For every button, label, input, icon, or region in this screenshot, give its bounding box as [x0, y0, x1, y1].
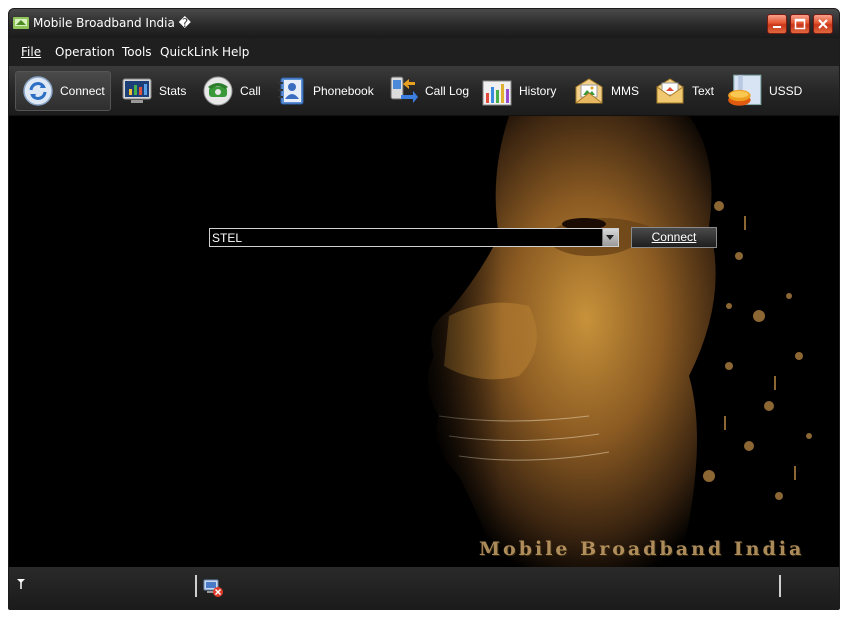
ussd-icon [728, 74, 762, 106]
toolbar-ussd-button[interactable]: USSD [727, 71, 802, 111]
connect-button-label: Connect [651, 230, 697, 244]
signal-icon [17, 579, 25, 589]
status-bar [9, 567, 839, 609]
menu-quicklink[interactable]: QuickLink [160, 45, 219, 59]
chevron-down-icon [606, 235, 614, 240]
profile-select-dropdown-button[interactable] [602, 229, 618, 246]
minimize-icon [773, 26, 781, 28]
toolbar-stats-button[interactable]: Stats [121, 71, 186, 111]
maximize-icon [794, 18, 806, 30]
watermark-text: Mobile Broadband India [479, 538, 805, 560]
disconnected-icon [203, 579, 223, 597]
menu-file-label: File [21, 45, 42, 59]
toolbar-stats-label: Stats [159, 84, 187, 98]
lion-background-image [389, 116, 839, 567]
main-content: STEL Connect Mobile Broadband India [9, 116, 839, 567]
close-icon [818, 19, 828, 29]
menu-tools[interactable]: Tools [122, 45, 152, 59]
connect-button[interactable]: Connect [631, 227, 717, 248]
call-log-icon [390, 76, 418, 103]
app-window: Mobile Broadband India � File Operation … [8, 8, 840, 610]
menu-operation[interactable]: Operation [55, 45, 115, 59]
toolbar-text-button[interactable]: Text [654, 71, 714, 111]
toolbar-text-label: Text [692, 84, 715, 98]
mms-icon [575, 78, 603, 104]
toolbar-phonebook-button[interactable]: Phonebook [275, 71, 374, 111]
menu-bar: File Operation Tools QuickLink Help [9, 38, 839, 67]
toolbar-history-button[interactable]: History [481, 71, 556, 111]
minimize-button[interactable] [767, 14, 787, 34]
app-logo-icon [13, 17, 29, 29]
stats-icon [122, 78, 152, 103]
toolbar-history-label: History [519, 84, 557, 98]
text-icon [656, 78, 684, 104]
window-title: Mobile Broadband India � [33, 16, 191, 30]
call-icon [203, 76, 233, 106]
close-button[interactable] [813, 14, 833, 34]
toolbar-call-label: Call [240, 84, 261, 98]
history-icon [482, 80, 512, 106]
toolbar-ussd-label: USSD [769, 84, 803, 98]
maximize-button[interactable] [790, 14, 810, 34]
toolbar-call-button[interactable]: Call [202, 71, 261, 111]
profile-select[interactable]: STEL [209, 228, 619, 247]
toolbar-connect-label: Connect [60, 84, 105, 98]
connect-icon [23, 76, 53, 106]
toolbar-call-log-button[interactable]: Call Log [387, 71, 469, 111]
toolbar-call-log-label: Call Log [425, 84, 470, 98]
status-separator [195, 575, 197, 597]
menu-file[interactable]: File [21, 45, 41, 59]
toolbar: Connect Stats Call Phonebook Call Log Hi… [9, 67, 839, 116]
status-separator [779, 575, 781, 597]
phonebook-icon [278, 77, 304, 105]
profile-select-value: STEL [212, 231, 243, 245]
menu-help[interactable]: Help [222, 45, 249, 59]
title-bar: Mobile Broadband India � [9, 9, 839, 38]
toolbar-mms-button[interactable]: MMS [573, 71, 639, 111]
toolbar-phonebook-label: Phonebook [313, 84, 374, 98]
toolbar-connect-button[interactable]: Connect [15, 71, 111, 111]
toolbar-mms-label: MMS [611, 84, 639, 98]
